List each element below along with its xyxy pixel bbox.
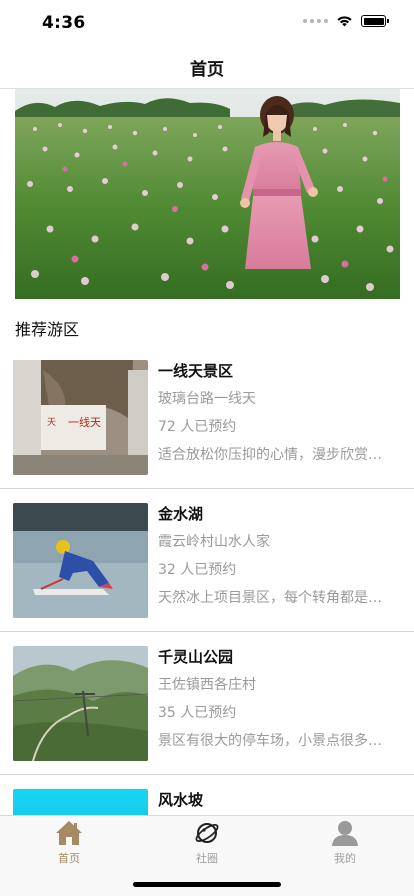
spot-booked-count: 35 人已预约: [158, 705, 237, 721]
spot-name: 风水坡: [158, 791, 204, 809]
navigation-bar: 首页: [0, 46, 414, 89]
banner-image[interactable]: [15, 89, 400, 299]
spot-booked-count: 32 人已预约: [158, 562, 237, 578]
status-indicators: [303, 15, 389, 27]
tab-profile[interactable]: 我的: [276, 818, 414, 868]
status-bar: 4:36: [0, 0, 414, 46]
tab-community[interactable]: 社圈: [138, 818, 276, 868]
spot-name: 一线天景区: [158, 362, 234, 380]
spot-name: 金水湖: [158, 505, 204, 523]
list-item[interactable]: 天 一线天 一线天景区 玻璃台路一线天 72 人已预约 适合放松你压抑的心情，漫…: [0, 346, 414, 489]
home-indicator[interactable]: [133, 882, 281, 887]
list-item[interactable]: 金水湖 霞云岭村山水人家 32 人已预约 天然冰上项目景区，每个转角都是风景: [0, 489, 414, 632]
cellular-signal-icon: [303, 19, 328, 23]
tab-label: 我的: [334, 852, 356, 865]
wifi-icon: [337, 16, 352, 27]
page-title: 首页: [190, 59, 224, 80]
spot-description: 适合放松你压抑的心情，漫步欣赏美景: [158, 447, 394, 463]
spot-thumbnail: 天 一线天: [13, 360, 148, 475]
tab-bar: 首页 社圈 我的: [0, 815, 414, 896]
section-title: 推荐游区: [15, 320, 80, 339]
svg-text:天: 天: [47, 418, 56, 428]
spot-booked-count: 72 人已预约: [158, 419, 237, 435]
battery-icon: [361, 15, 389, 27]
planet-icon: [192, 818, 222, 848]
spot-list: 天 一线天 一线天景区 玻璃台路一线天 72 人已预约 适合放松你压抑的心情，漫…: [0, 346, 414, 896]
status-time: 4:36: [42, 13, 86, 33]
spot-address: 玻璃台路一线天: [158, 391, 256, 407]
spot-description: 景区有很大的停车场，小景点很多值得一游: [158, 733, 394, 749]
home-icon: [54, 818, 84, 848]
svg-text:一线天: 一线天: [68, 415, 101, 429]
spot-thumbnail: [13, 646, 148, 761]
spot-description: 天然冰上项目景区，每个转角都是风景: [158, 590, 394, 606]
spot-name: 千灵山公园: [158, 648, 234, 666]
tab-label: 首页: [58, 852, 80, 865]
tab-label: 社圈: [196, 852, 218, 865]
spot-address: 王佐镇西各庄村: [158, 677, 256, 693]
list-item[interactable]: 千灵山公园 王佐镇西各庄村 35 人已预约 景区有很大的停车场，小景点很多值得一…: [0, 632, 414, 775]
spot-address: 霞云岭村山水人家: [158, 534, 270, 550]
tab-home[interactable]: 首页: [0, 818, 138, 868]
user-icon: [330, 818, 360, 848]
spot-thumbnail: [13, 503, 148, 618]
